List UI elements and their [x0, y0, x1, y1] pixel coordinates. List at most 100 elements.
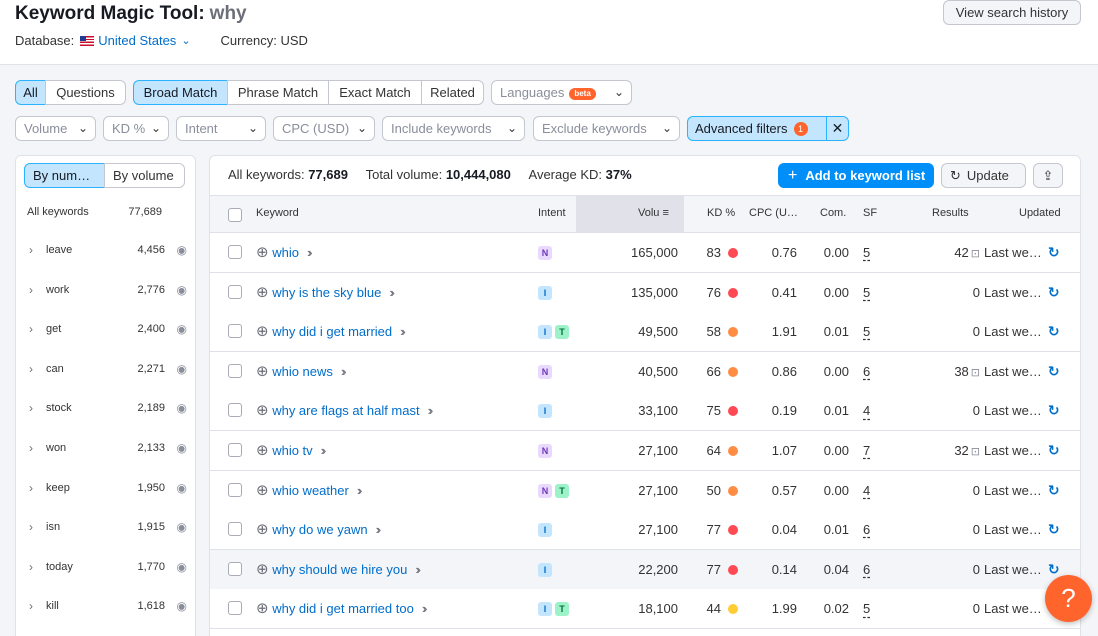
double-chevron-right-icon[interactable]: ››: [428, 403, 433, 418]
sidebar-group-item[interactable]: › work 2,776 ◉: [29, 280, 187, 300]
serp-features-cell[interactable]: 6: [863, 550, 870, 589]
add-keyword-plus-icon[interactable]: ⊕: [256, 561, 269, 578]
serp-features-cell[interactable]: 5: [863, 312, 870, 351]
chevron-right-icon[interactable]: ›: [29, 243, 46, 257]
double-chevron-right-icon[interactable]: ››: [400, 324, 405, 339]
keyword-link[interactable]: why do we yawn: [272, 522, 367, 537]
row-checkbox[interactable]: [228, 245, 242, 259]
chevron-right-icon[interactable]: ›: [29, 599, 46, 613]
chevron-right-icon[interactable]: ›: [29, 441, 46, 455]
database-selector[interactable]: United States: [98, 33, 176, 48]
refresh-icon[interactable]: ↻: [1048, 244, 1060, 260]
row-checkbox[interactable]: [228, 284, 242, 299]
eye-icon[interactable]: ◉: [165, 401, 187, 415]
refresh-icon[interactable]: ↻: [1048, 482, 1060, 498]
double-chevron-right-icon[interactable]: ››: [389, 285, 394, 300]
tab-broad-match[interactable]: Broad Match: [133, 80, 228, 105]
tab-related[interactable]: Related: [421, 80, 484, 105]
column-intent[interactable]: Intent: [538, 207, 566, 219]
view-search-history-button[interactable]: View search history: [943, 0, 1081, 25]
refresh-icon[interactable]: ↻: [1048, 402, 1060, 418]
row-checkbox[interactable]: [228, 561, 242, 576]
row-checkbox[interactable]: [228, 363, 242, 378]
refresh-icon[interactable]: ↻: [1048, 521, 1060, 537]
sidebar-group-item[interactable]: › get 2,400 ◉: [29, 319, 187, 339]
chevron-right-icon[interactable]: ›: [29, 283, 46, 297]
keyword-link[interactable]: why are flags at half mast: [272, 403, 419, 418]
keyword-link[interactable]: whio tv: [272, 443, 312, 458]
column-kd[interactable]: KD %: [707, 207, 735, 219]
kd-filter[interactable]: KD % ⌄: [103, 116, 169, 141]
languages-dropdown[interactable]: Languages beta ⌄: [491, 80, 632, 105]
tab-exact-match[interactable]: Exact Match: [328, 80, 422, 105]
double-chevron-right-icon[interactable]: ››: [321, 443, 326, 458]
eye-icon[interactable]: ◉: [165, 520, 187, 534]
add-keyword-plus-icon[interactable]: ⊕: [256, 442, 269, 459]
row-checkbox[interactable]: [228, 403, 242, 418]
group-by-number-button[interactable]: By num…: [24, 163, 105, 188]
keyword-link[interactable]: why did i get married too: [272, 601, 414, 616]
column-keyword[interactable]: Keyword: [256, 207, 299, 219]
add-keyword-plus-icon[interactable]: ⊕: [256, 402, 269, 419]
serp-features-cell[interactable]: 5: [863, 233, 870, 272]
refresh-icon[interactable]: ↻: [1048, 284, 1060, 300]
cpc-filter[interactable]: CPC (USD) ⌄: [273, 116, 375, 141]
chevron-right-icon[interactable]: ›: [29, 520, 46, 534]
keyword-link[interactable]: why is the sky blue: [272, 285, 381, 300]
column-updated[interactable]: Updated: [1019, 207, 1061, 219]
chevron-right-icon[interactable]: ›: [29, 481, 46, 495]
export-button[interactable]: ⇪: [1033, 163, 1063, 188]
serp-features-cell[interactable]: 5: [863, 273, 870, 312]
add-keyword-plus-icon[interactable]: ⊕: [256, 482, 269, 499]
row-checkbox[interactable]: [228, 324, 242, 339]
serp-features-cell[interactable]: 4: [863, 391, 870, 430]
column-volume[interactable]: Volu ≡: [638, 207, 669, 219]
tab-phrase-match[interactable]: Phrase Match: [227, 80, 329, 105]
serp-preview-icon[interactable]: ⊡: [971, 367, 980, 379]
sidebar-group-item[interactable]: › kill 1,618 ◉: [29, 596, 187, 616]
tab-all[interactable]: All: [15, 80, 46, 105]
group-by-volume-button[interactable]: By volume: [104, 163, 185, 188]
sidebar-group-item[interactable]: › keep 1,950 ◉: [29, 478, 187, 498]
eye-icon[interactable]: ◉: [165, 560, 187, 574]
clear-filters-close-icon[interactable]: ✕: [826, 116, 848, 141]
chevron-right-icon[interactable]: ›: [29, 362, 46, 376]
column-serp-features[interactable]: SF: [863, 207, 877, 219]
all-keywords-group[interactable]: All keywords 77,689: [27, 206, 162, 218]
double-chevron-right-icon[interactable]: ››: [341, 364, 346, 379]
update-button[interactable]: ↻ Update: [941, 163, 1026, 188]
intent-filter[interactable]: Intent ⌄: [176, 116, 266, 141]
keyword-link[interactable]: whio: [272, 245, 299, 260]
double-chevron-right-icon[interactable]: ››: [357, 483, 362, 498]
row-checkbox[interactable]: [228, 601, 242, 616]
help-button[interactable]: ?: [1045, 575, 1092, 622]
include-keywords-filter[interactable]: Include keywords ⌄: [382, 116, 525, 141]
serp-features-cell[interactable]: 6: [863, 510, 870, 549]
serp-features-cell[interactable]: 6: [863, 352, 870, 391]
add-to-keyword-list-button[interactable]: + Add to keyword list: [778, 163, 934, 188]
refresh-icon[interactable]: ↻: [1048, 561, 1060, 577]
eye-icon[interactable]: ◉: [165, 243, 187, 257]
tab-questions[interactable]: Questions: [45, 80, 126, 105]
eye-icon[interactable]: ◉: [165, 441, 187, 455]
eye-icon[interactable]: ◉: [165, 599, 187, 613]
keyword-link[interactable]: whio weather: [272, 483, 349, 498]
sidebar-group-item[interactable]: › can 2,271 ◉: [29, 359, 187, 379]
chevron-right-icon[interactable]: ›: [29, 322, 46, 336]
exclude-keywords-filter[interactable]: Exclude keywords ⌄: [533, 116, 680, 141]
double-chevron-right-icon[interactable]: ››: [376, 522, 381, 537]
row-checkbox[interactable]: [228, 443, 242, 457]
add-keyword-plus-icon[interactable]: ⊕: [256, 284, 269, 301]
chevron-right-icon[interactable]: ›: [29, 560, 46, 574]
keyword-link[interactable]: whio news: [272, 364, 333, 379]
column-cpc[interactable]: CPC (U…: [749, 207, 798, 219]
eye-icon[interactable]: ◉: [165, 283, 187, 297]
sidebar-group-item[interactable]: › stock 2,189 ◉: [29, 398, 187, 418]
serp-preview-icon[interactable]: ⊡: [971, 248, 980, 260]
sidebar-group-item[interactable]: › won 2,133 ◉: [29, 438, 187, 458]
refresh-icon[interactable]: ↻: [1048, 323, 1060, 339]
sidebar-group-item[interactable]: › today 1,770 ◉: [29, 557, 187, 577]
row-checkbox[interactable]: [228, 522, 242, 537]
add-keyword-plus-icon[interactable]: ⊕: [256, 600, 269, 617]
row-checkbox[interactable]: [228, 482, 242, 497]
